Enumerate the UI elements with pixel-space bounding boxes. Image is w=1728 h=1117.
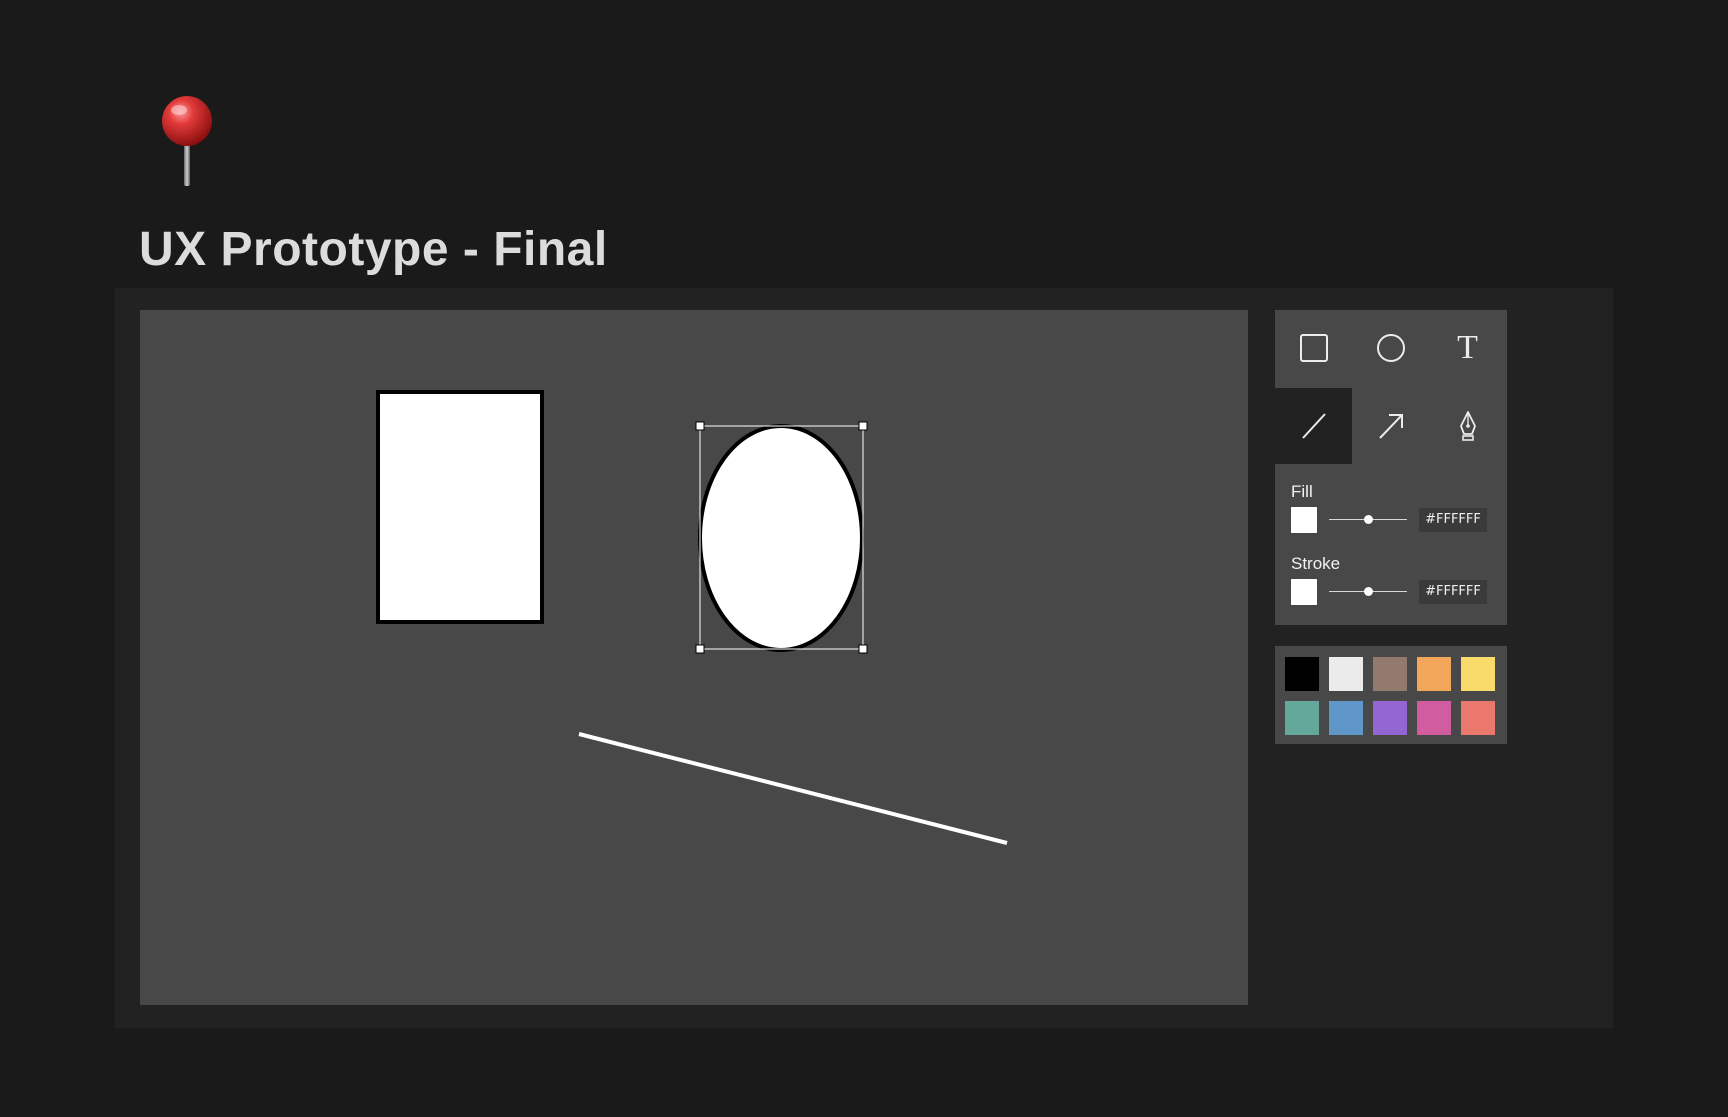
palette-color-blue[interactable] [1329,701,1363,735]
palette-color-light-gray[interactable] [1329,657,1363,691]
line-tool-button[interactable] [1275,388,1352,464]
resize-handle-bottom-right[interactable] [858,644,868,654]
stroke-width-slider[interactable] [1329,587,1407,596]
line-icon [1301,413,1326,439]
text-icon: T [1457,329,1478,366]
app-page: UX Prototype - Final T Fill #FFFFFF Stro… [0,0,1728,1117]
slider-thumb[interactable] [1363,587,1373,596]
fill-controls: #FFFFFF [1291,507,1491,533]
palette-color-pink[interactable] [1417,701,1451,735]
drawing-canvas[interactable] [140,310,1248,1005]
arrow-icon [1378,414,1403,439]
ellipse-tool-button[interactable] [1352,310,1429,386]
fill-color-swatch[interactable] [1291,507,1317,533]
palette-color-yellow[interactable] [1461,657,1495,691]
stroke-label: Stroke [1291,554,1341,573]
palette-color-teal[interactable] [1285,701,1319,735]
ellipse-shape[interactable] [698,424,864,652]
fill-hex-field[interactable]: #FFFFFF [1419,508,1487,532]
palette-color-brown[interactable] [1373,657,1407,691]
page-title: UX Prototype - Final [139,223,608,276]
resize-handle-bottom-left[interactable] [695,644,705,654]
text-tool-button[interactable]: T [1429,310,1506,386]
arrow-tool-button[interactable] [1352,388,1429,464]
stroke-hex-field[interactable]: #FFFFFF [1419,580,1487,604]
circle-icon [1376,334,1405,362]
palette-color-purple[interactable] [1373,701,1407,735]
palette-color-coral[interactable] [1461,701,1495,735]
palette-color-orange[interactable] [1417,657,1451,691]
stroke-controls: #FFFFFF [1291,579,1491,605]
rectangle-tool-button[interactable] [1275,310,1352,386]
fill-label: Fill [1291,482,1313,501]
pushpin-icon [162,96,212,186]
stroke-color-swatch[interactable] [1291,579,1317,605]
line-shape[interactable] [578,732,1008,845]
palette-color-black[interactable] [1285,657,1319,691]
resize-handle-top-right[interactable] [858,421,868,431]
square-icon [1299,334,1328,362]
color-palette [1275,646,1507,744]
pen-icon [1459,411,1476,441]
slider-thumb[interactable] [1363,515,1373,524]
tools-panel: T Fill #FFFFFF Stroke #FFFFFF [1275,310,1507,625]
resize-handle-top-left[interactable] [695,421,705,431]
rectangle-shape[interactable] [376,390,544,624]
fill-opacity-slider[interactable] [1329,515,1407,524]
pen-tool-button[interactable] [1429,388,1506,464]
